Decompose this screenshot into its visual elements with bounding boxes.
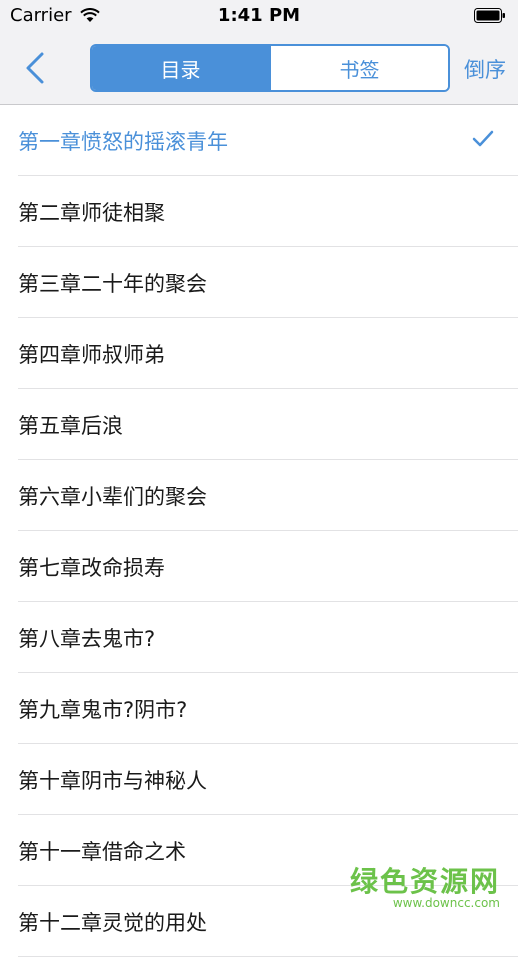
segmented-control: 目录 书签 <box>90 44 450 92</box>
list-item[interactable]: 第六章小辈们的聚会 <box>0 460 518 531</box>
chapter-title: 第六章小辈们的聚会 <box>18 484 207 509</box>
chapter-title: 第八章去鬼市? <box>18 626 156 651</box>
list-item[interactable]: 第九章鬼市?阴市? <box>0 673 518 744</box>
list-item[interactable]: 第八章去鬼市? <box>0 602 518 673</box>
list-item[interactable]: 第七章改命损寿 <box>0 531 518 602</box>
checkmark-icon <box>472 130 494 147</box>
battery-icon <box>474 8 505 23</box>
chapter-title: 第十一章借命之术 <box>18 839 186 864</box>
tab-catalog[interactable]: 目录 <box>92 46 269 90</box>
chapter-title: 第七章改命损寿 <box>18 555 165 580</box>
list-item[interactable]: 第十章阴市与神秘人 <box>0 744 518 815</box>
watermark-title: 绿色资源网 <box>349 865 500 898</box>
status-bar: Carrier 1:41 PM <box>0 0 518 34</box>
list-item[interactable]: 第四章师叔师弟 <box>0 318 518 389</box>
chapter-title: 第十二章灵觉的用处 <box>18 910 207 935</box>
list-item[interactable]: 第一章愤怒的摇滚青年 <box>0 105 518 176</box>
nav-bar: 目录 书签 倒序 <box>0 34 518 105</box>
watermark: 绿色资源网 www.downcc.com <box>350 860 500 910</box>
chapter-title: 第五章后浪 <box>18 413 123 438</box>
chapter-list: 第一章愤怒的摇滚青年 第二章师徒相聚 第三章二十年的聚会 第四章师叔师弟 第五章… <box>0 105 518 957</box>
status-time: 1:41 PM <box>217 5 301 26</box>
reverse-order-button[interactable]: 倒序 <box>464 54 506 84</box>
chapter-title: 第四章师叔师弟 <box>18 342 165 367</box>
chapter-title: 第三章二十年的聚会 <box>18 271 207 296</box>
chapter-title: 第九章鬼市?阴市? <box>18 697 188 722</box>
chapter-title: 第二章师徒相聚 <box>18 200 165 225</box>
list-item[interactable]: 第二章师徒相聚 <box>0 176 518 247</box>
chevron-left-icon[interactable] <box>20 48 52 88</box>
list-item[interactable]: 第三章二十年的聚会 <box>0 247 518 318</box>
chapter-title: 第十章阴市与神秘人 <box>18 768 207 793</box>
list-item[interactable]: 第五章后浪 <box>0 389 518 460</box>
chapter-title: 第一章愤怒的摇滚青年 <box>18 129 228 154</box>
tab-bookmarks[interactable]: 书签 <box>269 46 448 90</box>
